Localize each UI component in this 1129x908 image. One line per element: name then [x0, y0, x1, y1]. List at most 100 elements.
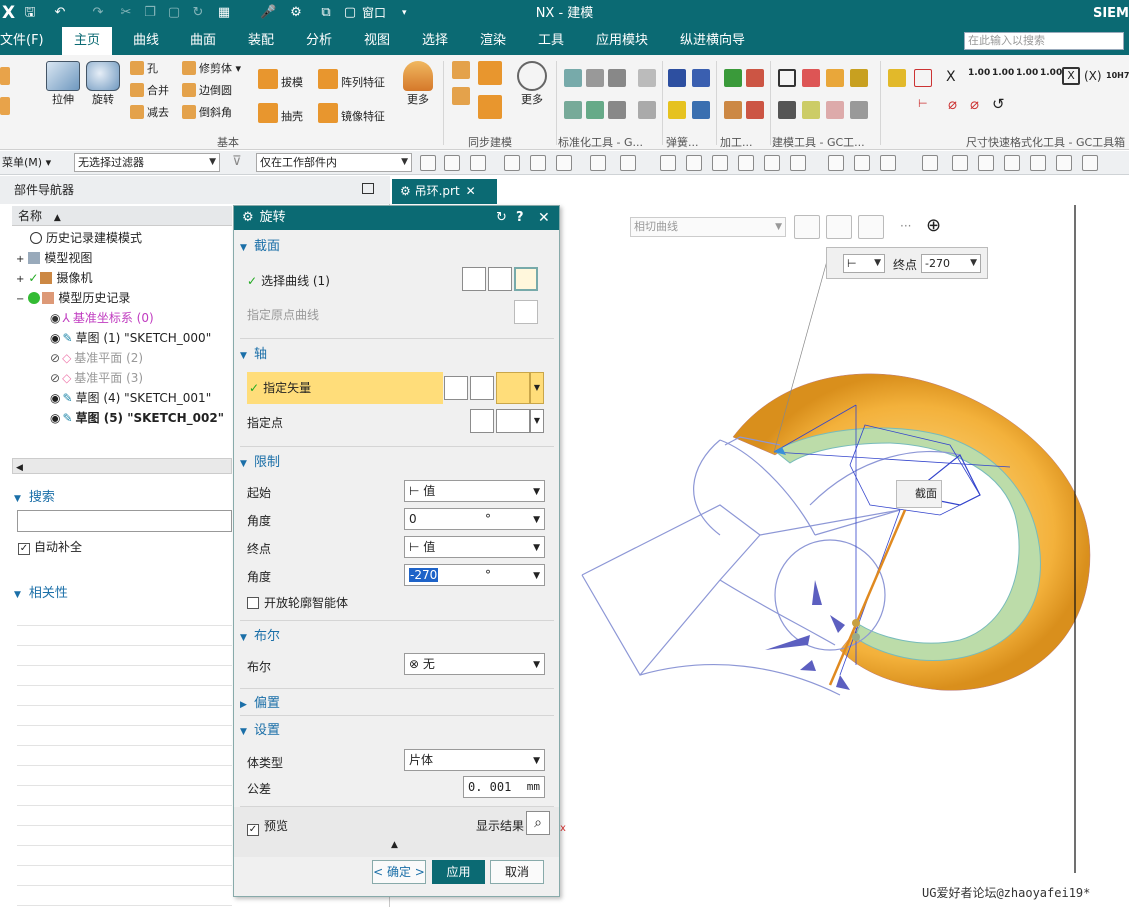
sync-pull-face-icon[interactable] — [478, 61, 502, 85]
gc-triangle-icon[interactable] — [778, 69, 796, 87]
view-tool-icon-1[interactable] — [660, 155, 676, 171]
dim-format-icon-4[interactable]: 1.00 — [1040, 69, 1062, 78]
menu-file[interactable]: 文件(F) — [0, 27, 44, 55]
horizontal-scrollbar[interactable]: ◀ — [12, 458, 232, 474]
tree-item-sketch-4[interactable]: ◉ ✎ 草图 (4) "SKETCH_001" — [12, 388, 232, 408]
navigator-search-input[interactable] — [17, 510, 232, 532]
origin-curve-row[interactable]: 指定原点曲线 — [247, 306, 319, 323]
scope-dropdown[interactable]: 仅在工作部件内 ▼ — [256, 153, 412, 172]
chevron-down-icon[interactable]: ▼ — [530, 409, 544, 433]
specify-vector-row[interactable]: ✓ 指定矢量 — [247, 372, 443, 404]
section-label-tag[interactable]: 截面 — [896, 480, 942, 508]
sync-offset-region-icon[interactable] — [452, 87, 470, 105]
view-cube-icon-2[interactable] — [952, 155, 968, 171]
view-cube-icon-3[interactable] — [978, 155, 994, 171]
std-tool-icon-8[interactable] — [638, 101, 656, 119]
magnifier-icon[interactable]: ⌕ — [526, 811, 550, 835]
machining-icon-4[interactable] — [746, 101, 764, 119]
std-tool-icon-1[interactable] — [564, 69, 582, 87]
view-tool-icon-6[interactable] — [790, 155, 806, 171]
gc-tool-icon-6[interactable] — [802, 101, 820, 119]
autocomplete-checkbox[interactable]: ✓ 自动补全 — [18, 538, 82, 555]
switch-window-icon[interactable]: ⧉ — [318, 5, 334, 21]
menu-analysis[interactable]: 分析 — [306, 27, 332, 55]
view-cube-icon-7[interactable] — [1082, 155, 1098, 171]
reverse-direction-icon[interactable] — [444, 376, 468, 400]
snap-icon-3[interactable] — [556, 155, 572, 171]
std-tool-icon-2[interactable] — [586, 69, 604, 87]
copy-icon[interactable]: ❐ — [142, 5, 158, 21]
std-tool-icon-6[interactable] — [586, 101, 604, 119]
view-cube-icon-1[interactable] — [922, 155, 938, 171]
ribbon-left-icon-2[interactable] — [0, 97, 10, 115]
select-tool-icon-1[interactable] — [420, 155, 436, 171]
cancel-button[interactable]: 取消 — [490, 860, 544, 884]
snap-grid-icon[interactable] — [794, 215, 820, 239]
dim-paren-x-icon[interactable]: (X) — [1084, 69, 1102, 83]
command-finder-icon[interactable]: ⚙ — [288, 5, 304, 21]
microphone-icon[interactable]: 🎤 — [260, 5, 276, 21]
menu-wizard[interactable]: 纵进横向导 — [680, 27, 745, 55]
snap-point-icon[interactable] — [826, 215, 852, 239]
end-angle-input[interactable]: -270 ° ▼ — [404, 564, 545, 586]
tree-item-history-mode[interactable]: 历史记录建模模式 — [12, 228, 232, 248]
more-dots-icon[interactable]: ··· — [900, 219, 911, 233]
redo-icon[interactable]: ↷ — [90, 5, 106, 21]
limits-group-header[interactable]: ▼ 限制 — [240, 450, 554, 476]
edge-blend-button[interactable]: 边倒圆 — [182, 83, 232, 101]
maximize-icon[interactable] — [362, 183, 374, 194]
spring-icon-3[interactable] — [668, 101, 686, 119]
diameter-icon-2[interactable]: ⌀ — [970, 95, 979, 113]
tolerance-input[interactable]: 0. 001 mm — [463, 776, 545, 798]
dim-box-x-icon[interactable]: X — [1062, 67, 1080, 85]
section-group-header[interactable]: ▼ 截面 — [240, 234, 554, 260]
menu-view[interactable]: 视图 — [364, 27, 390, 55]
subtract-button[interactable]: 减去 — [130, 105, 169, 123]
paste-icon[interactable]: ▢ — [166, 5, 182, 21]
save-icon[interactable]: 🖫 — [22, 5, 38, 21]
touch-mode-icon[interactable]: ▦ — [216, 5, 232, 21]
more-sync-button[interactable]: 更多 — [514, 61, 550, 107]
boolean-group-header[interactable]: ▼ 布尔 — [240, 624, 554, 650]
gc-tool-icon-5[interactable] — [778, 101, 796, 119]
unite-button[interactable]: 合并 — [130, 83, 169, 101]
draft-button[interactable]: 拔模 — [258, 69, 303, 89]
ok-button[interactable]: < 确定 > — [372, 860, 426, 884]
menu-button[interactable]: 菜单(M) ▾ — [2, 153, 51, 173]
close-icon[interactable]: ✕ — [466, 184, 476, 198]
revolve-button[interactable]: 旋转 — [84, 61, 122, 107]
dim-format-icon-1[interactable]: 1.00 — [968, 69, 990, 78]
origin-curve-icon[interactable] — [514, 300, 538, 324]
end-type-dropdown[interactable]: ⊢ 值 ▼ — [404, 536, 545, 558]
hole-button[interactable]: 孔 — [130, 61, 158, 79]
view-tool-icon-7[interactable] — [828, 155, 844, 171]
command-search-input[interactable]: 在此输入以搜索 — [964, 32, 1124, 50]
relevance-section-header[interactable]: ▼ 相关性 — [14, 582, 68, 601]
open-profile-checkbox[interactable]: 开放轮廓智能体 — [247, 594, 348, 611]
view-tool-icon-5[interactable] — [764, 155, 780, 171]
view-tool-icon-4[interactable] — [738, 155, 754, 171]
crosshair-icon[interactable]: ⊕ — [926, 215, 941, 236]
start-angle-input[interactable]: 0 ° ▼ — [404, 508, 545, 530]
start-type-dropdown[interactable]: ⊢ 值 ▼ — [404, 480, 545, 502]
graphics-window[interactable]: 相切曲线 ▼ ··· ⊕ ⊢ ▼ 终点 -270 ▼ 截面 x — [560, 205, 1129, 905]
collapse-arrow-icon[interactable]: ▲ — [391, 840, 398, 850]
offset-group-header[interactable]: ▶ 偏置 — [240, 691, 554, 717]
chamfer-button[interactable]: 倒斜角 — [182, 105, 232, 123]
snap-icon-4[interactable] — [590, 155, 606, 171]
part-tab[interactable]: ⚙ 吊环.prt ✕ — [392, 179, 497, 204]
tree-item-model-views[interactable]: + 模型视图 — [12, 248, 232, 268]
snap-icon-2[interactable] — [530, 155, 546, 171]
std-tool-icon-5[interactable] — [564, 101, 582, 119]
dim-format-icon-3[interactable]: 1.00 — [1016, 69, 1038, 78]
axis-group-header[interactable]: ▼ 轴 — [240, 342, 554, 368]
endpoint-value-field[interactable]: -270 ▼ — [921, 254, 981, 273]
spring-icon-1[interactable] — [668, 69, 686, 87]
point-dialog-icon[interactable] — [470, 409, 494, 433]
window-menu[interactable]: 窗口 — [362, 0, 386, 27]
cut-icon[interactable]: ✂ — [118, 5, 134, 21]
tree-item-datum-csys[interactable]: ◉ ⅄ 基准坐标系 (0) — [12, 308, 232, 328]
repeat-icon[interactable]: ↻ — [190, 5, 206, 21]
sketch-section-icon[interactable] — [488, 267, 512, 291]
menu-curve[interactable]: 曲线 — [133, 27, 159, 55]
